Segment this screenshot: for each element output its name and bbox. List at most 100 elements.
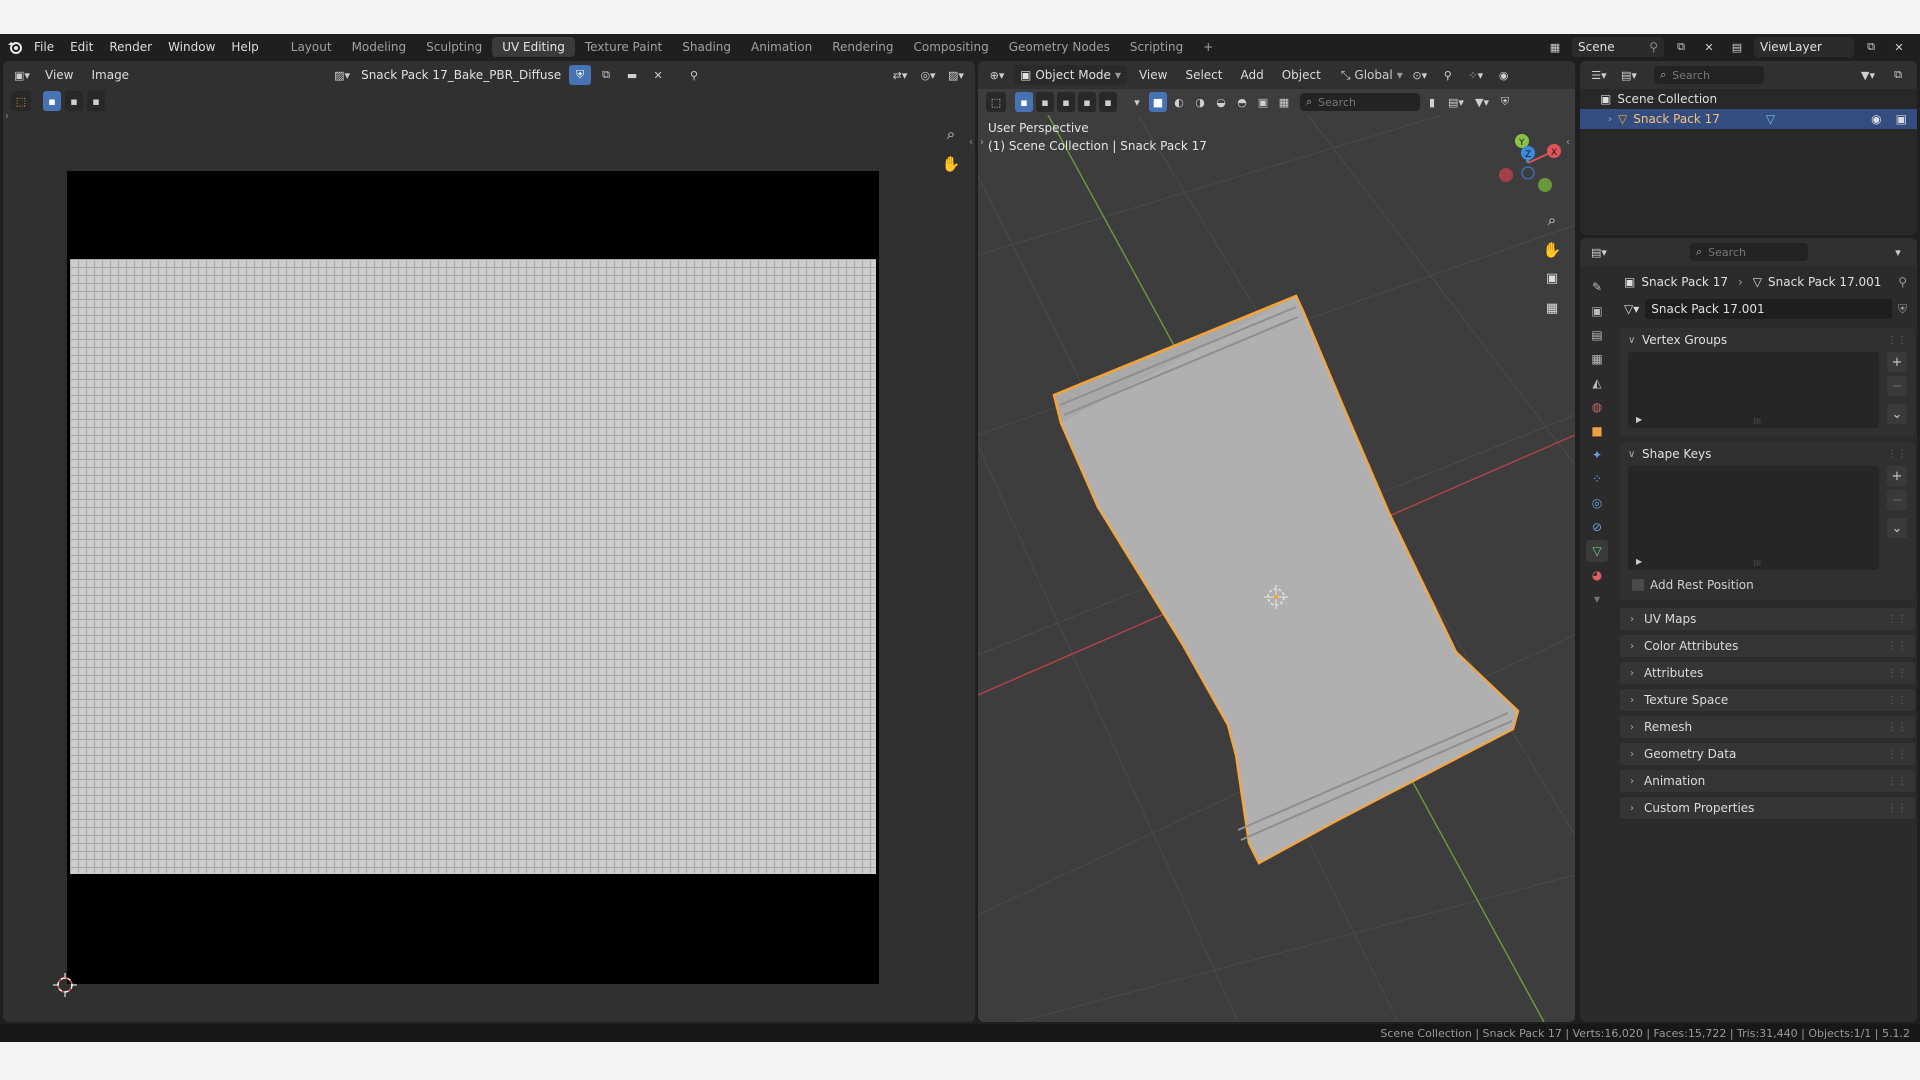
view-layer-tab-icon[interactable]: ▦ <box>1586 348 1608 370</box>
panel-animation[interactable]: › Animation ⋮⋮ <box>1620 770 1915 792</box>
menu-file[interactable]: File <box>26 40 62 54</box>
pin-image-icon[interactable]: ⚲ <box>683 65 705 85</box>
shape-key-specials-button[interactable]: ⌄ <box>1887 518 1907 538</box>
panel-grip-icon[interactable]: ⋮⋮ <box>1887 722 1907 733</box>
vp-select-extend-icon[interactable]: ▪ <box>1036 92 1054 112</box>
shape-keys-list[interactable]: ▶ ⁝⁝⁝ <box>1628 466 1879 570</box>
particles-tab-icon[interactable]: ⁘ <box>1586 468 1608 490</box>
new-collection-icon[interactable]: ⧉ <box>1887 65 1909 85</box>
new-view-layer-icon[interactable]: ⧉ <box>1860 37 1882 57</box>
menu-help[interactable]: Help <box>223 40 266 54</box>
output-tab-icon[interactable]: ▤ <box>1586 324 1608 346</box>
toolbar-toggle-icon[interactable]: › <box>5 111 9 122</box>
scene-field[interactable]: Scene ⚲ <box>1572 37 1664 57</box>
select-mode-subtract-icon[interactable]: ▪ <box>87 91 105 111</box>
list-resize-grip-icon[interactable]: ⁝⁝⁝ <box>1754 417 1762 426</box>
remove-shape-key-button[interactable]: − <box>1887 490 1907 510</box>
mesh-name-field[interactable]: Snack Pack 17.001 <box>1645 299 1892 319</box>
vertex-groups-list[interactable]: ▶ ⁝⁝⁝ <box>1628 352 1879 428</box>
delete-view-layer-icon[interactable]: ✕ <box>1888 37 1910 57</box>
view-options-icon[interactable]: ▤▾ <box>1444 92 1468 112</box>
vertex-groups-grip-icon[interactable]: ⋮⋮ <box>1887 335 1907 346</box>
tab-modeling[interactable]: Modeling <box>342 37 417 57</box>
overlay-icon[interactable]: ◎▾ <box>917 65 939 85</box>
material-tab-icon[interactable]: ◕ <box>1586 564 1608 586</box>
visibility-dropdown-icon[interactable]: ▾ <box>1128 92 1146 112</box>
2d-cursor-icon[interactable] <box>53 973 77 997</box>
mesh-browse-icon[interactable]: ▽▾ <box>1624 302 1639 316</box>
menu-window[interactable]: Window <box>160 40 223 54</box>
mode-dropdown[interactable]: ▣ Object Mode ▾ <box>1014 65 1127 85</box>
outliner-editor-type-icon[interactable]: ☰▾ <box>1588 65 1610 85</box>
vertex-groups-header[interactable]: ∨ Vertex Groups ⋮⋮ <box>1620 328 1915 352</box>
panel-color-attributes[interactable]: › Color Attributes ⋮⋮ <box>1620 635 1915 657</box>
fake-user-icon[interactable]: ⛨ <box>1898 302 1907 317</box>
new-scene-icon[interactable]: ⧉ <box>1670 37 1692 57</box>
mesh-data-tab-icon[interactable]: ▽ <box>1586 540 1608 562</box>
scene-selector-icon[interactable]: ▦ <box>1544 37 1566 57</box>
orientation-dropdown[interactable]: Global <box>1354 68 1392 82</box>
modifier-tab-icon[interactable]: ✦ <box>1586 444 1608 466</box>
fake-user-shield-icon[interactable]: ⛨ <box>569 65 592 85</box>
pivot-icon[interactable]: ⊙▾ <box>1409 65 1431 85</box>
tab-scripting[interactable]: Scripting <box>1120 37 1193 57</box>
tabs-more-icon[interactable]: ▾ <box>1586 588 1608 610</box>
add-shape-key-button[interactable]: + <box>1887 466 1907 486</box>
view-layer-icon[interactable]: ▤ <box>1726 37 1748 57</box>
shading-solid-icon[interactable]: ■ <box>1149 92 1167 112</box>
outliner-filter-icon[interactable]: ▼▾ <box>1857 65 1879 85</box>
viewport-zoom-icon[interactable]: ⌕ <box>1540 211 1564 235</box>
image-menu-view[interactable]: View <box>39 68 79 82</box>
scene-tab-icon[interactable]: ◭ <box>1586 372 1608 394</box>
render-camera-icon[interactable]: ▣ <box>1896 112 1907 126</box>
sidebar-toggle-icon[interactable]: ‹ <box>969 137 973 148</box>
vp-select-invert-icon[interactable]: ▪ <box>1078 92 1096 112</box>
add-vertex-group-button[interactable]: + <box>1887 352 1907 372</box>
remove-vertex-group-button[interactable]: − <box>1887 376 1907 396</box>
panel-grip-icon[interactable]: ⋮⋮ <box>1887 668 1907 679</box>
navigation-gizmo[interactable]: Y X Z <box>1490 125 1570 205</box>
image-canvas[interactable] <box>67 171 879 984</box>
vertex-group-specials-button[interactable]: ⌄ <box>1887 404 1907 424</box>
shape-list-filter-toggle-icon[interactable]: ▶ <box>1636 557 1642 566</box>
shading-wire-icon[interactable]: ◐ <box>1170 92 1188 112</box>
select-mode-new-icon[interactable]: ▪ <box>43 91 61 111</box>
render-tab-icon[interactable]: ▣ <box>1586 300 1608 322</box>
pan-hand-icon[interactable]: ✋ <box>939 155 963 179</box>
snap-target-icon[interactable]: ⁘▾ <box>1465 65 1487 85</box>
tab-sculpting[interactable]: Sculpting <box>416 37 492 57</box>
expand-arrow-icon[interactable]: › <box>1608 114 1612 125</box>
panel-grip-icon[interactable]: ⋮⋮ <box>1887 641 1907 652</box>
tab-shading[interactable]: Shading <box>672 37 741 57</box>
panel-uv-maps[interactable]: › UV Maps ⋮⋮ <box>1620 608 1915 630</box>
shape-list-resize-grip-icon[interactable]: ⁝⁝⁝ <box>1754 559 1762 568</box>
panel-remesh[interactable]: › Remesh ⋮⋮ <box>1620 716 1915 738</box>
tab-texture-paint[interactable]: Texture Paint <box>575 37 672 57</box>
viewport-search[interactable]: ⌕ Search <box>1300 93 1420 111</box>
physics-tab-icon[interactable]: ◎ <box>1586 492 1608 514</box>
view-layer-field[interactable]: ViewLayer <box>1754 37 1854 57</box>
image-browse-icon[interactable]: ▨▾ <box>331 65 353 85</box>
display-channels-icon[interactable]: ▨▾ <box>945 65 967 85</box>
tab-compositing[interactable]: Compositing <box>903 37 998 57</box>
panel-grip-icon[interactable]: ⋮⋮ <box>1887 695 1907 706</box>
properties-search[interactable]: ⌕ Search <box>1690 243 1808 261</box>
panel-geometry-data[interactable]: › Geometry Data ⋮⋮ <box>1620 743 1915 765</box>
uv-sync-icon[interactable]: ⇄▾ <box>889 65 911 85</box>
shading-render-icon[interactable]: ◒ <box>1212 92 1230 112</box>
open-image-folder-icon[interactable]: ▬ <box>621 65 643 85</box>
editor-type-icon[interactable]: ▣▾ <box>11 65 33 85</box>
viewport-editor-type-icon[interactable]: ⊕▾ <box>986 65 1008 85</box>
new-image-icon[interactable]: ⧉ <box>595 65 617 85</box>
vp-select-new-icon[interactable]: ▪ <box>1015 92 1033 112</box>
viewport-menu-view[interactable]: View <box>1133 68 1173 82</box>
tab-uv-editing[interactable]: UV Editing <box>492 37 575 57</box>
properties-editor-type-icon[interactable]: ▤▾ <box>1588 242 1610 262</box>
image-name-field[interactable]: Snack Pack 17_Bake_PBR_Diffuse <box>357 68 565 82</box>
viewport-menu-add[interactable]: Add <box>1234 68 1269 82</box>
3d-viewport[interactable]: ⊕▾ ▣ Object Mode ▾ View Select Add Objec… <box>978 61 1575 1022</box>
pin-properties-icon[interactable]: ⚲ <box>1898 275 1907 289</box>
viewport-menu-object[interactable]: Object <box>1276 68 1327 82</box>
panel-grip-icon[interactable]: ⋮⋮ <box>1887 749 1907 760</box>
viewport-pan-icon[interactable]: ✋ <box>1540 241 1564 265</box>
